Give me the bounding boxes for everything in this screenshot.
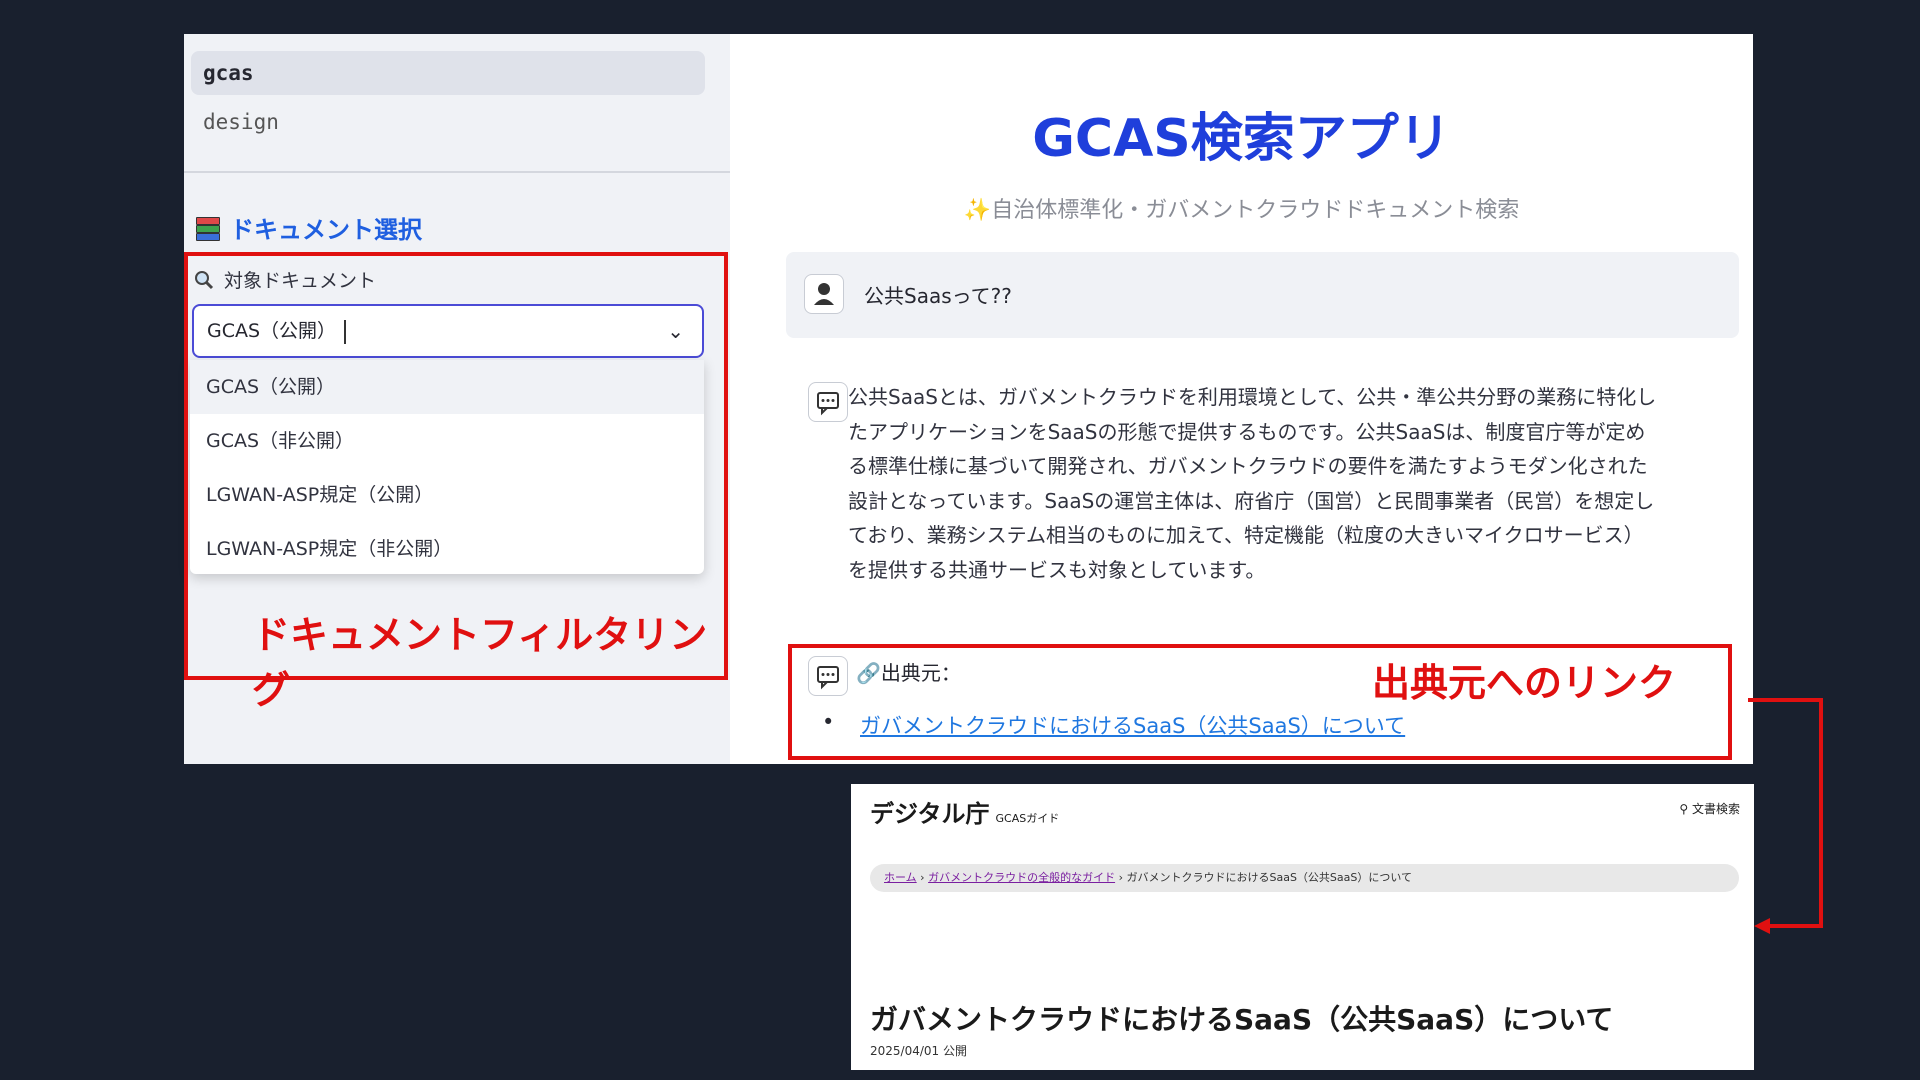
source-annotation: 出典元へのリンク [1372, 661, 1677, 705]
filter-annotation: ドキュメントフィルタリング [252, 613, 708, 712]
site-brand: デジタル庁 GCASガイド [870, 794, 1059, 829]
arrow-head-icon [1754, 918, 1770, 934]
answer-line: 設計となっています。SaaSの運営主体は、府省庁（国営）と民間事業者（民営）を想… [848, 488, 1655, 513]
breadcrumb-current: ガバメントクラウドにおけるSaaS（公共SaaS）について [1126, 871, 1413, 884]
app-window: gcas design ドキュメント選択 対象ドキュメント GCAS（公開） ⌄… [184, 34, 1753, 764]
search-icon: ⚲ [1679, 802, 1689, 816]
site-brand-sub: GCASガイド [995, 812, 1060, 825]
article-date: 2025/04/01 公開 [870, 1044, 967, 1058]
books-icon [194, 215, 220, 241]
user-message-text: 公共Saasって?? [864, 284, 1012, 308]
main-content: GCAS検索アプリ ✨自治体標準化・ガバメントクラウドドキュメント検索 公共Sa… [730, 34, 1753, 764]
assistant-avatar-icon [808, 382, 848, 422]
answer-line: たアプリケーションをSaaSの形態で提供するものです。公共SaaSは、制度官庁等… [848, 419, 1646, 444]
arrow-segment [1768, 924, 1823, 928]
page-subtitle: ✨自治体標準化・ガバメントクラウドドキュメント検索 [963, 198, 1520, 223]
site-brand-name: デジタル庁 [870, 800, 990, 828]
sidebar-divider [184, 171, 730, 173]
answer-line: る標準仕様に基づいて開発され、ガバメントクラウドの要件を満たすようモダン化された [848, 454, 1648, 478]
assistant-answer: 公共SaaSとは、ガバメントクラウドを利用環境として、公共・準公共分野の業務に特… [848, 380, 1738, 587]
chevron-right-icon: › [920, 871, 929, 884]
answer-line: ており、業務システム相当のものに加えて、特定機能（粒度の大きいマイクロサービス） [848, 523, 1644, 547]
section-title-text: ドキュメント選択 [230, 216, 422, 244]
user-message: 公共Saasって?? [786, 252, 1739, 338]
page-title: GCAS検索アプリ [1032, 109, 1451, 169]
breadcrumb: ホーム › ガバメントクラウドの全般的なガイド › ガバメントクラウドにおけるS… [870, 864, 1739, 892]
section-title: ドキュメント選択 [194, 210, 422, 245]
linked-page-preview: デジタル庁 GCASガイド ⚲ 文書検索 ホーム › ガバメントクラウドの全般的な… [851, 784, 1754, 1070]
sidebar: gcas design ドキュメント選択 対象ドキュメント GCAS（公開） ⌄… [184, 34, 730, 764]
user-avatar-icon [804, 274, 844, 314]
site-search-label: 文書検索 [1691, 802, 1740, 816]
breadcrumb-home[interactable]: ホーム [884, 871, 917, 884]
nav-item-gcas[interactable]: gcas [191, 51, 705, 95]
site-search[interactable]: ⚲ 文書検索 [1679, 800, 1740, 817]
nav-item-design[interactable]: design [191, 100, 705, 144]
answer-line: を提供する共通サービスも対象としています。 [848, 557, 1266, 582]
answer-line: 公共SaaSとは、ガバメントクラウドを利用環境として、公共・準公共分野の業務に特… [848, 385, 1657, 409]
breadcrumb-guide[interactable]: ガバメントクラウドの全般的なガイド [928, 871, 1115, 884]
arrow-segment [1748, 698, 1823, 702]
article-title: ガバメントクラウドにおけるSaaS（公共SaaS）について [870, 1003, 1614, 1036]
arrow-segment [1819, 698, 1823, 928]
